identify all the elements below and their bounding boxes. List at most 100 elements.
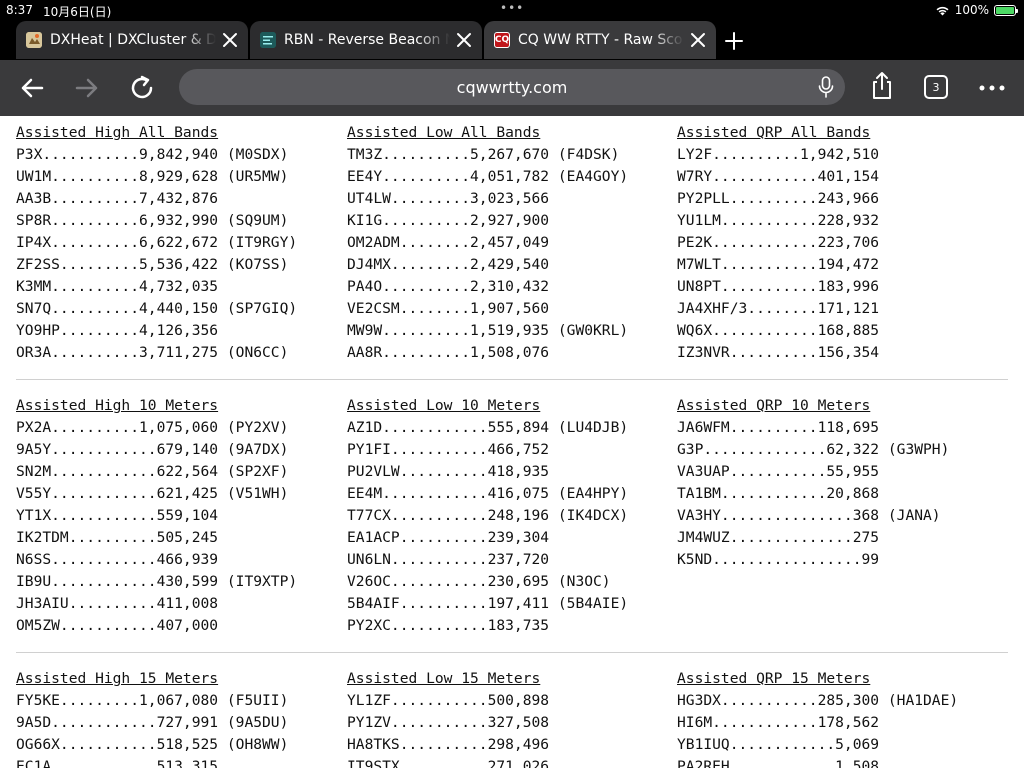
score-row: IZ3NVR..........156,354 [677, 344, 880, 361]
score-row: AA3B..........7,432,876 [16, 190, 219, 207]
score-list: PX2A..........1,075,060 (PY2XV) 9A5Y.....… [16, 417, 346, 637]
status-date: 10月6日(日) [43, 5, 112, 19]
score-row: FY5KE.........1,067,080 (F5UII) [16, 692, 289, 709]
category-column: Assisted QRP All Bands LY2F..........1,9… [677, 122, 1007, 364]
score-row: JA4XHF/3........171,121 [677, 300, 880, 317]
score-row: SN7Q..........4,440,150 (SP7GIQ) [16, 300, 298, 317]
category-title: Assisted High All Bands [16, 124, 219, 141]
score-row: VA3HY...............368 (JANA) [677, 507, 941, 524]
score-row: IB9U............430,599 (IT9XTP) [16, 573, 298, 590]
score-row: OM5ZW...........407,000 [16, 617, 219, 634]
more-menu-icon[interactable] [976, 72, 1008, 104]
score-row: EA1ACP..........239,304 [347, 529, 550, 546]
share-icon[interactable] [866, 70, 898, 102]
back-arrow-icon[interactable] [16, 72, 48, 104]
score-row: PA2REH............1,508 [677, 758, 880, 768]
score-row: IT9STX..........271,026 [347, 758, 550, 768]
score-row: PY1FI...........466,752 [347, 441, 550, 458]
score-row: IP4X..........6,622,672 (IT9RGY) [16, 234, 298, 251]
score-row: M7WLT...........194,472 [677, 256, 880, 273]
score-list: FY5KE.........1,067,080 (F5UII) 9A5D.....… [16, 690, 346, 768]
score-row: UN8PT...........183,996 [677, 278, 880, 295]
score-row: MW9W..........1,519,935 (GW0KRL) [347, 322, 629, 339]
score-row: EE4Y..........4,051,782 (EA4GOY) [347, 168, 629, 185]
page-content[interactable]: Assisted High All Bands P3X...........9,… [0, 116, 1024, 768]
score-row: PX2A..........1,075,060 (PY2XV) [16, 419, 289, 436]
score-row: OG66X...........518,525 (OH8WW) [16, 736, 289, 753]
multitasking-dots-icon[interactable]: ••• [500, 1, 524, 15]
score-row: PY2PLL..........243,966 [677, 190, 880, 207]
new-tab-plus-icon[interactable] [722, 29, 746, 53]
score-row: OR3A..........3,711,275 (ON6CC) [16, 344, 289, 361]
score-row: UT4LW.........3,023,566 [347, 190, 550, 207]
score-row: YT1X............559,104 [16, 507, 219, 524]
score-row: TM3Z..........5,267,670 (F4DSK) [347, 146, 620, 163]
close-tab-icon[interactable] [688, 30, 708, 50]
dxheat-favicon-icon [26, 32, 42, 48]
tab-bar: DXHeat | DXCluster & DX RBN - Reverse Be… [0, 20, 1024, 60]
score-row: YU1LM...........228,932 [677, 212, 880, 229]
battery-percent: 100% [954, 3, 989, 17]
score-row: TA1BM............20,868 [677, 485, 880, 502]
status-right: 100% [935, 3, 1018, 17]
score-row: AA8R..........1,508,076 [347, 344, 550, 361]
browser-toolbar: cqwwrtty.com 3 [0, 60, 1024, 116]
category-column: Assisted QRP 10 Meters JA6WFM..........1… [677, 395, 1007, 571]
tab-title: CQ WW RTTY - Raw Scores [518, 32, 684, 48]
score-row: KI1G..........2,927,900 [347, 212, 550, 229]
score-row: JH3AIU..........411,008 [16, 595, 219, 612]
score-list: JA6WFM..........118,695 G3P..............… [677, 417, 1007, 571]
score-row: K3MM..........4,732,035 [16, 278, 219, 295]
score-row: W7RY............401,154 [677, 168, 880, 185]
score-row: SP8R..........6,932,990 (SQ9UM) [16, 212, 289, 229]
rbn-favicon-icon [260, 32, 276, 48]
score-row: AZ1D............555,894 (LU4DJB) [347, 419, 629, 436]
score-row: HG3DX...........285,300 (HA1DAE) [677, 692, 959, 709]
score-row: HI6M............178,562 [677, 714, 880, 731]
url-text: cqwwrtty.com [456, 77, 568, 97]
score-row: JA6WFM..........118,695 [677, 419, 880, 436]
score-row: K5ND.................99 [677, 551, 880, 568]
category-column: Assisted High All Bands P3X...........9,… [16, 122, 346, 364]
score-row: PE2K............223,706 [677, 234, 880, 251]
tab-title: DXHeat | DXCluster & DX [50, 32, 216, 48]
score-row: VA3UAP...........55,955 [677, 463, 880, 480]
score-row: YL1ZF...........500,898 [347, 692, 550, 709]
score-row: ZF2SS.........5,536,422 (KO7SS) [16, 256, 289, 273]
tab-dxheat[interactable]: DXHeat | DXCluster & DX [16, 21, 248, 59]
category-column: Assisted Low 15 Meters YL1ZF...........5… [347, 668, 677, 768]
score-row: EE4M............416,075 (EA4HPY) [347, 485, 629, 502]
category-title: Assisted High 15 Meters [16, 670, 219, 687]
score-row: SN2M............622,564 (SP2XF) [16, 463, 289, 480]
close-tab-icon[interactable] [220, 30, 240, 50]
battery-level [996, 6, 1014, 14]
score-row: IK2TDM..........505,245 [16, 529, 219, 546]
category-column: Assisted Low All Bands TM3Z..........5,2… [347, 122, 677, 364]
score-list: AZ1D............555,894 (LU4DJB) PY1FI...… [347, 417, 677, 637]
address-bar[interactable]: cqwwrtty.com [179, 69, 845, 105]
category-title: Assisted QRP 15 Meters [677, 670, 871, 687]
category-title: Assisted QRP 10 Meters [677, 397, 871, 414]
forward-arrow-icon[interactable] [71, 72, 103, 104]
category-title: Assisted QRP All Bands [677, 124, 871, 141]
category-title: Assisted Low 15 Meters [347, 670, 541, 687]
score-row: YB1IUQ............5,069 [677, 736, 880, 753]
score-row: PA4O..........2,310,432 [347, 278, 550, 295]
score-row: OM2ADM........2,457,049 [347, 234, 550, 251]
score-row: PY1ZV...........327,508 [347, 714, 550, 731]
score-row: UN6LN...........237,720 [347, 551, 550, 568]
score-row: LY2F..........1,942,510 [677, 146, 880, 163]
score-row: V26OC...........230,695 (N3OC) [347, 573, 611, 590]
close-tab-icon[interactable] [454, 30, 474, 50]
score-row: EC1A............513,315 [16, 758, 219, 768]
score-row: 9A5D............727,991 (9A5DU) [16, 714, 289, 731]
score-row: 5B4AIF..........197,411 (5B4AIE) [347, 595, 629, 612]
category-title: Assisted Low 10 Meters [347, 397, 541, 414]
microphone-icon[interactable] [817, 76, 835, 98]
cq-favicon-icon: CQ [494, 32, 510, 48]
tab-switcher-button[interactable]: 3 [924, 75, 948, 99]
wifi-icon [936, 6, 949, 15]
tab-cqww[interactable]: CQ CQ WW RTTY - Raw Scores [484, 21, 716, 59]
reload-icon[interactable] [126, 72, 158, 104]
tab-rbn[interactable]: RBN - Reverse Beacon Network [250, 21, 482, 59]
